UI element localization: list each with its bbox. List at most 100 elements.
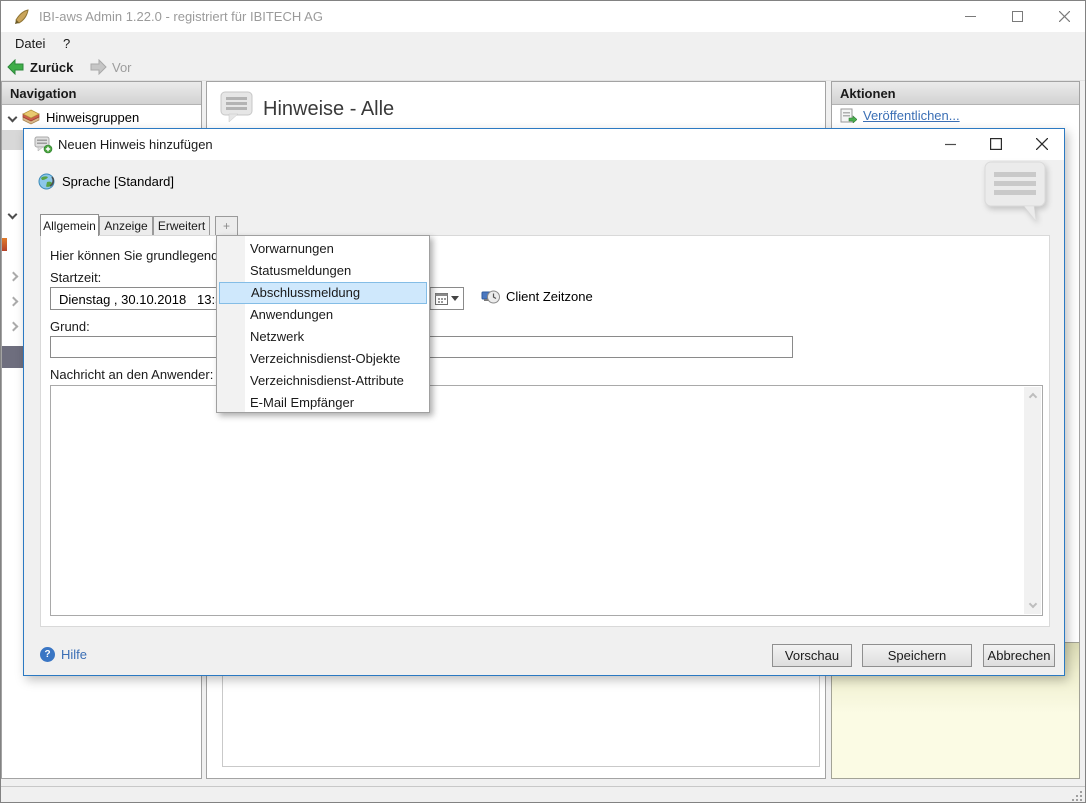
back-arrow-icon	[7, 59, 24, 75]
tab-add-button[interactable]: +	[215, 216, 238, 235]
nav-item-icon-sliver	[2, 238, 7, 251]
scroll-down-button[interactable]	[1024, 597, 1041, 614]
allgemein-tab-page: Hier können Sie grundlegende Ei Startzei…	[40, 235, 1050, 627]
tab-allgemein[interactable]: Allgemein	[40, 214, 99, 236]
close-icon	[1059, 11, 1070, 22]
menu-item-vorwarnungen[interactable]: Vorwarnungen	[217, 238, 429, 260]
menu-item-verzeichnisdienst-objekte[interactable]: Verzeichnisdienst-Objekte	[217, 348, 429, 370]
scroll-up-button[interactable]	[1024, 387, 1041, 404]
maximize-icon	[990, 138, 1002, 150]
forward-label: Vor	[112, 59, 132, 75]
grund-label: Grund:	[50, 319, 90, 334]
menu-help[interactable]: ?	[63, 36, 70, 51]
tab-label: Allgemein	[43, 218, 96, 233]
back-button[interactable]: Zurück	[7, 59, 73, 75]
forward-button[interactable]: Vor	[89, 59, 132, 75]
startzeit-label: Startzeit:	[50, 270, 102, 285]
nav-selected-item-sliver[interactable]	[2, 130, 23, 150]
sprache-selector[interactable]: Sprache [Standard]	[38, 173, 174, 190]
help-link-row[interactable]: ? Hilfe	[40, 647, 87, 662]
dialog-title: Neuen Hinweis hinzufügen	[58, 137, 213, 152]
menu-bar: Datei ?	[1, 32, 1085, 57]
menu-datei[interactable]: Datei	[15, 36, 45, 51]
dialog-minimize-button[interactable]	[927, 129, 973, 159]
tab-label: Erweitert	[157, 219, 206, 233]
minimize-button[interactable]	[947, 1, 994, 32]
chevron-down-icon[interactable]	[7, 209, 18, 220]
chevron-right-icon[interactable]	[8, 321, 19, 332]
back-label: Zurück	[30, 59, 74, 75]
add-hinweis-icon	[34, 136, 53, 154]
startzeit-value: Dienstag , 30.10.2018 13:59	[59, 292, 230, 307]
dialog-maximize-button[interactable]	[973, 129, 1019, 159]
timezone-clock-icon	[481, 290, 500, 304]
publish-icon	[840, 108, 857, 123]
main-titlebar: IBI-aws Admin 1.22.0 - registriert für I…	[1, 1, 1085, 32]
hinweise-bubble-icon	[220, 91, 253, 123]
calendar-icon	[435, 293, 448, 305]
button-label: Abbrechen	[987, 648, 1051, 663]
menu-item-verzeichnisdienst-attribute[interactable]: Verzeichnisdienst-Attribute	[217, 370, 429, 392]
menu-item-statusmeldungen[interactable]: Statusmeldungen	[217, 260, 429, 282]
chevron-down-icon	[1028, 599, 1037, 609]
hinweis-type-menu: Vorwarnungen Statusmeldungen Abschlussme…	[216, 235, 430, 413]
close-button[interactable]	[1041, 1, 1085, 32]
tab-label: Anzeige	[104, 219, 148, 233]
hinweisgruppen-icon	[22, 109, 40, 125]
help-icon: ?	[40, 647, 55, 662]
dialog-titlebar: Neuen Hinweis hinzufügen	[24, 129, 1064, 160]
sidebar-item-hinweisgruppen[interactable]: Hinweisgruppen	[2, 109, 139, 125]
publish-link[interactable]: Veröffentlichen...	[863, 108, 960, 123]
status-bar	[1, 786, 1085, 802]
actions-header: Aktionen	[832, 82, 1079, 105]
add-tab-icon: +	[222, 219, 230, 233]
nachricht-label: Nachricht an den Anwender:	[50, 367, 214, 382]
help-link[interactable]: Hilfe	[61, 647, 87, 662]
globe-icon	[38, 173, 55, 190]
menu-item-email-empfaenger[interactable]: E-Mail Empfänger	[217, 392, 429, 414]
client-zeitzone-label: Client Zeitzone	[506, 289, 593, 304]
app-logo-icon	[13, 8, 30, 25]
actions-header-label: Aktionen	[840, 85, 896, 101]
add-hinweis-dialog: Neuen Hinweis hinzufügen Sprache [Standa…	[23, 128, 1065, 676]
textarea-scrollbar[interactable]	[1024, 387, 1041, 614]
speichern-button[interactable]: Speichern	[862, 644, 972, 667]
forward-arrow-icon	[90, 59, 107, 75]
intro-text: Hier können Sie grundlegende Ei	[50, 248, 241, 263]
client-zeitzone: Client Zeitzone	[481, 288, 593, 305]
sidebar-item-label: Hinweisgruppen	[46, 109, 140, 125]
chevron-up-icon	[1028, 392, 1037, 402]
minimize-icon	[965, 16, 976, 17]
chevron-right-icon[interactable]	[8, 271, 19, 282]
tab-erweitert[interactable]: Erweitert	[153, 216, 210, 235]
publish-link-row[interactable]: Veröffentlichen...	[840, 108, 960, 123]
menu-item-anwendungen[interactable]: Anwendungen	[217, 304, 429, 326]
nachricht-textarea[interactable]	[50, 385, 1043, 616]
close-icon	[1036, 138, 1048, 150]
abbrechen-button[interactable]: Abbrechen	[983, 644, 1055, 667]
page-title: Hinweise - Alle	[263, 98, 395, 120]
button-label: Speichern	[887, 648, 947, 663]
maximize-button[interactable]	[994, 1, 1041, 32]
menu-item-abschlussmeldung[interactable]: Abschlussmeldung	[219, 282, 427, 304]
maximize-icon	[1012, 11, 1023, 22]
minimize-icon	[944, 143, 956, 145]
tab-anzeige[interactable]: Anzeige	[99, 216, 153, 235]
app-window: IBI-aws Admin 1.22.0 - registriert für I…	[0, 0, 1086, 803]
chevron-down-icon[interactable]	[7, 112, 18, 122]
toolbar: Zurück Vor	[1, 57, 1085, 81]
menu-item-netzwerk[interactable]: Netzwerk	[217, 326, 429, 348]
chevron-right-icon[interactable]	[8, 296, 19, 307]
navigation-header: Navigation	[2, 82, 201, 105]
nav-active-item-sliver[interactable]	[2, 346, 23, 368]
resize-grip[interactable]	[1072, 791, 1082, 801]
navigation-header-label: Navigation	[10, 85, 77, 101]
watermark-bubble-icon	[984, 161, 1046, 222]
vorschau-button[interactable]: Vorschau	[772, 644, 852, 667]
button-label: Vorschau	[784, 648, 840, 663]
dropdown-caret-icon	[451, 296, 459, 301]
dialog-close-button[interactable]	[1019, 129, 1065, 159]
window-title: IBI-aws Admin 1.22.0 - registriert für I…	[39, 9, 323, 24]
sprache-label: Sprache [Standard]	[62, 174, 175, 189]
calendar-dropdown-button[interactable]	[430, 288, 463, 309]
